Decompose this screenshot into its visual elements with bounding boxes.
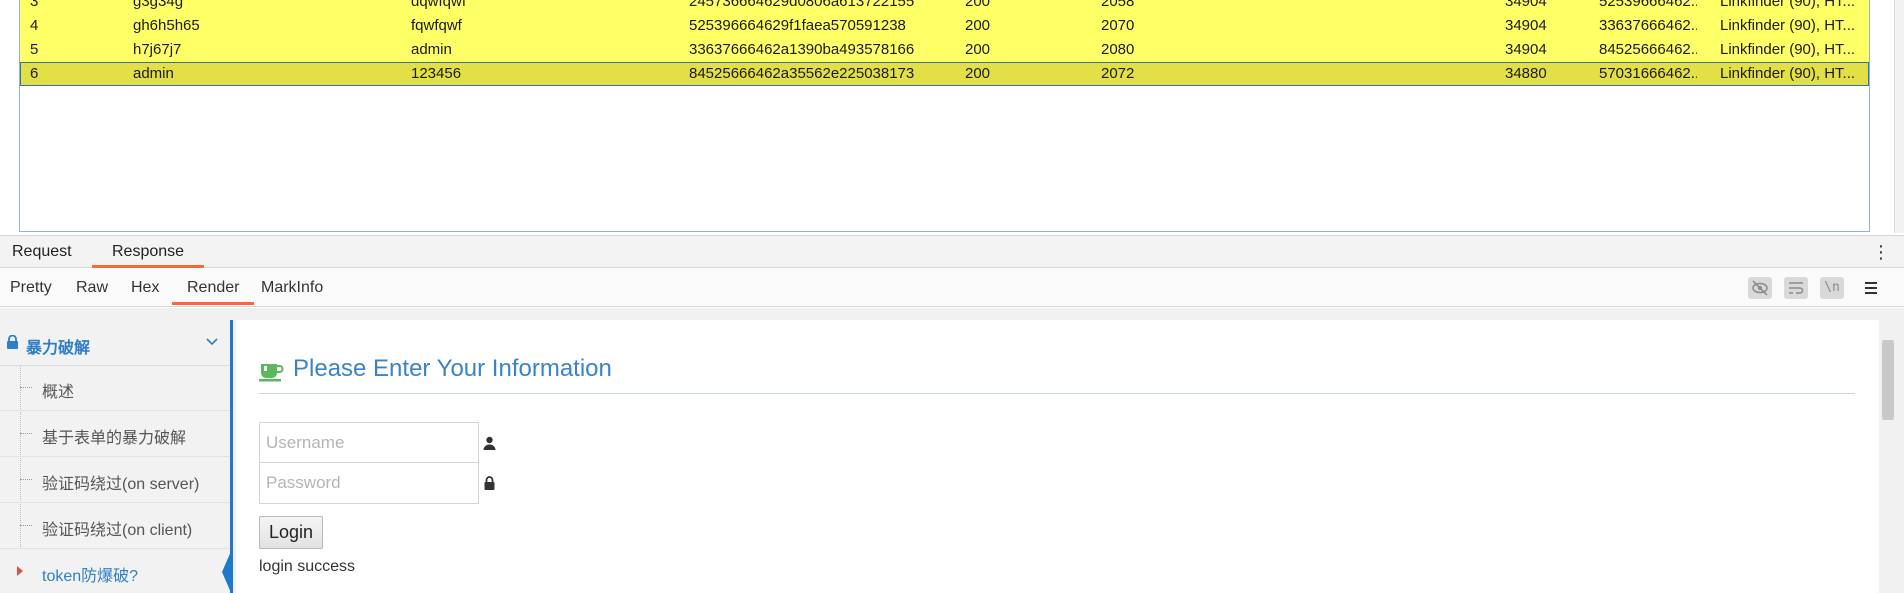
sidebar-item-label: 概述	[42, 384, 75, 401]
cell-token: 84525666462a35562e225038173	[689, 65, 915, 82]
tree-connector	[20, 433, 32, 434]
hamburger-icon[interactable]	[1860, 277, 1882, 299]
cell-notes: Linkfinder (90), HT...	[1720, 0, 1856, 10]
cell-payload-2: admin	[411, 41, 452, 58]
kebab-icon[interactable]: ⋮	[1872, 240, 1890, 264]
cell-notes: Linkfinder (90), HT...	[1720, 17, 1856, 34]
sidebar-item-label: 基于表单的暴力破解	[42, 430, 187, 447]
tab-markinfo[interactable]: MarkInfo	[261, 269, 323, 305]
request-response-tabs: Request Response ⋮	[0, 235, 1904, 268]
cell-token: 33637666462a1390ba493578166	[689, 41, 915, 58]
table-row[interactable]: 4 gh6h5h65 fqwfqwf 525396664629f1faea570…	[20, 14, 1869, 38]
render-scrollbar[interactable]	[1879, 320, 1904, 593]
cell-request-number: 6	[30, 65, 39, 82]
cell-length: 2070	[1101, 17, 1135, 34]
tree-connector	[20, 479, 32, 480]
cell-payload-1: gh6h5h65	[133, 17, 200, 34]
username-field[interactable]	[259, 422, 479, 464]
user-icon	[483, 436, 496, 450]
cell-request-number: 4	[30, 17, 39, 34]
cell-status: 200	[965, 17, 991, 34]
cell-payload-2: fqwfqwf	[411, 17, 462, 34]
results-table: 3 g3g34g dqwfqwf 245736664629d0806a61372…	[19, 0, 1870, 232]
cell-length: 2058	[1101, 0, 1135, 10]
cell-payload-1: g3g34g	[133, 0, 184, 10]
newline-toggle[interactable]: \n	[1820, 277, 1844, 299]
login-form-area: Please Enter Your Information Login logi…	[236, 320, 1879, 593]
coffee-cup-icon	[259, 364, 284, 382]
form-title: Please Enter Your Information	[293, 355, 612, 382]
sidebar-item-captcha-server[interactable]: 验证码绕过(on server)	[0, 458, 230, 503]
lock-icon	[484, 476, 495, 490]
active-indicator	[222, 549, 232, 593]
cell-payload-2: 123456	[411, 65, 462, 82]
scrollbar-thumb[interactable]	[1882, 340, 1894, 420]
table-scrollbar[interactable]	[1894, 0, 1904, 233]
eye-off-icon[interactable]	[1748, 277, 1772, 299]
cell-extra-1: 34880	[1505, 65, 1547, 82]
sidebar-item-token[interactable]: token防爆破?	[0, 549, 232, 593]
sidebar-item-label: token防爆破?	[42, 568, 139, 585]
sidebar-item-captcha-client[interactable]: 验证码绕过(on client)	[0, 504, 230, 549]
lock-icon	[7, 335, 18, 349]
tab-response[interactable]: Response	[92, 236, 205, 268]
tab-pretty[interactable]: Pretty	[10, 269, 52, 305]
tree-connector	[20, 525, 32, 526]
cell-notes: Linkfinder (90), HT...	[1720, 65, 1856, 82]
tab-request[interactable]: Request	[10, 236, 74, 268]
password-field[interactable]	[259, 462, 479, 504]
cell-extra-2: 52539666462...	[1599, 0, 1697, 10]
table-row[interactable]: 3 g3g34g dqwfqwf 245736664629d0806a61372…	[20, 0, 1869, 14]
wrap-lines-icon[interactable]	[1784, 277, 1808, 299]
cell-extra-2: 33637666462...	[1599, 17, 1697, 34]
cell-notes: Linkfinder (90), HT...	[1720, 41, 1856, 58]
sidebar-section-title: 暴力破解	[26, 340, 91, 357]
cell-extra-2: 57031666462...	[1599, 65, 1697, 82]
results-table-area: 3 g3g34g dqwfqwf 245736664629d0806a61372…	[0, 0, 1904, 233]
sidebar-item-overview[interactable]: 概述	[0, 366, 230, 411]
sidebar-item-label: 验证码绕过(on client)	[42, 522, 193, 539]
cell-length: 2072	[1101, 65, 1135, 82]
cell-length: 2080	[1101, 41, 1135, 58]
active-arrow-icon	[17, 566, 23, 576]
login-status-text: login success	[259, 558, 356, 575]
cell-token: 525396664629f1faea570591238	[689, 17, 906, 34]
cell-status: 200	[965, 65, 991, 82]
cell-extra-1: 34904	[1505, 0, 1547, 10]
cell-payload-1: admin	[133, 65, 174, 82]
sidebar-section-header[interactable]: 暴力破解	[0, 320, 230, 366]
cell-token: 245736664629d0806a613722155	[689, 0, 915, 10]
render-panel: 暴力破解 概述 基于表单的暴力破解 验证码绕过(on server) 验证码绕过…	[0, 308, 1904, 593]
tab-render[interactable]: Render	[172, 269, 255, 305]
divider	[259, 393, 1855, 394]
table-row-selected[interactable]: 6 admin 123456 84525666462a35562e2250381…	[20, 62, 1869, 86]
view-tabs: Pretty Raw Hex Render MarkInfo \n	[0, 269, 1904, 307]
table-row[interactable]: 5 h7j67j7 admin 33637666462a1390ba493578…	[20, 38, 1869, 62]
login-button[interactable]: Login	[259, 516, 323, 549]
cell-status: 200	[965, 41, 991, 58]
sidebar: 暴力破解 概述 基于表单的暴力破解 验证码绕过(on server) 验证码绕过…	[0, 320, 233, 593]
cell-extra-2: 84525666462...	[1599, 41, 1697, 58]
cell-payload-1: h7j67j7	[133, 41, 182, 58]
cell-request-number: 5	[30, 41, 39, 58]
cell-payload-2: dqwfqwf	[411, 0, 467, 10]
tree-connector	[20, 387, 32, 388]
cell-extra-1: 34904	[1505, 41, 1547, 58]
cell-extra-1: 34904	[1505, 17, 1547, 34]
tab-hex[interactable]: Hex	[131, 269, 159, 305]
cell-status: 200	[965, 0, 991, 10]
sidebar-item-label: 验证码绕过(on server)	[42, 476, 200, 493]
sidebar-item-form-bruteforce[interactable]: 基于表单的暴力破解	[0, 412, 230, 457]
chevron-down-icon	[206, 338, 218, 346]
tab-raw[interactable]: Raw	[76, 269, 108, 305]
cell-request-number: 3	[30, 0, 39, 10]
